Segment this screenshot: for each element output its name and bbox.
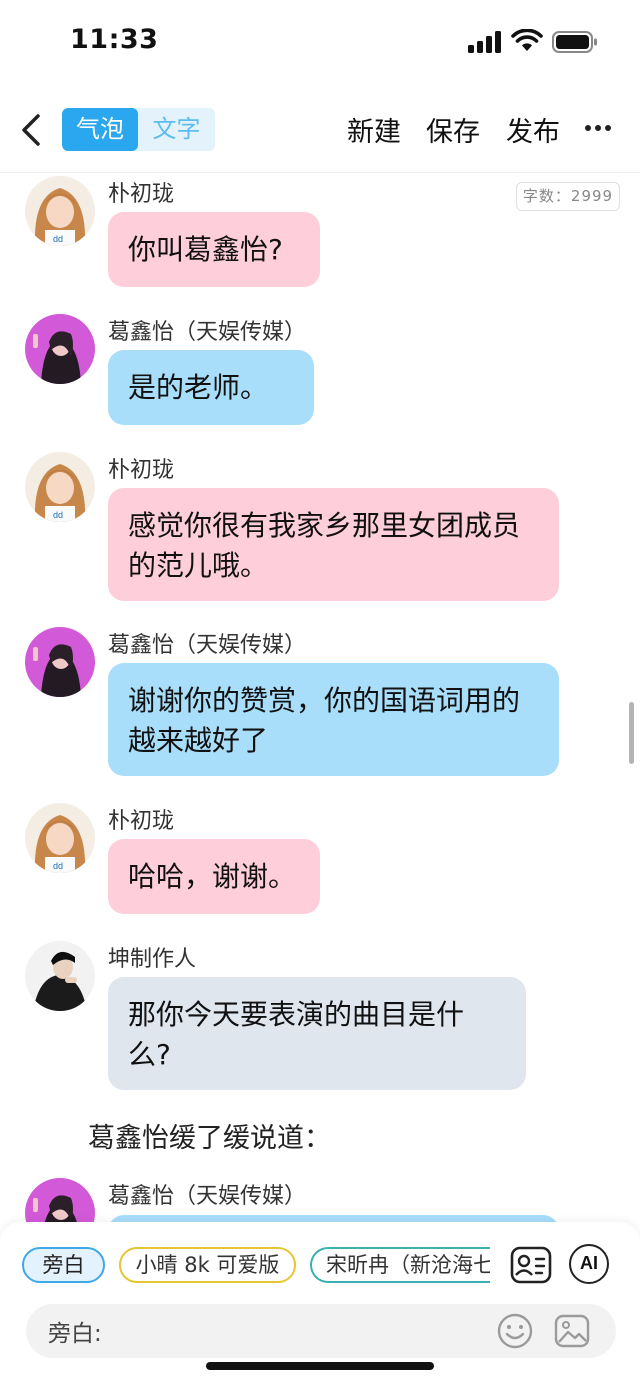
- message-bubble[interactable]: 那你今天要表演的曲目是什么?: [108, 977, 526, 1090]
- message-bubble[interactable]: 哈哈，谢谢。: [108, 839, 320, 914]
- mode-toggle: 气泡 文字: [62, 108, 215, 151]
- role-chip-song-xinran[interactable]: 宋昕冉（新沧海七: [310, 1247, 490, 1283]
- avatar-pu-chulong[interactable]: dd: [25, 176, 95, 246]
- avatar-pu-chulong[interactable]: dd: [25, 803, 95, 873]
- sender-name: 葛鑫怡（天娱传媒）: [108, 320, 307, 345]
- role-chip-narrator[interactable]: 旁白: [22, 1247, 105, 1283]
- svg-text:dd: dd: [53, 510, 63, 520]
- sender-name: 葛鑫怡（天娱传媒）: [108, 1184, 307, 1209]
- tab-text[interactable]: 文字: [138, 108, 215, 151]
- new-button[interactable]: 新建: [347, 110, 401, 149]
- publish-button[interactable]: 发布: [506, 110, 560, 149]
- svg-text:dd: dd: [53, 234, 63, 244]
- sender-name: 朴初珑: [108, 809, 175, 834]
- message-bubble[interactable]: 谢谢你的赞赏，你的国语词用的越来越好了: [108, 663, 559, 776]
- message-bubble[interactable]: 你叫葛鑫怡?: [108, 212, 320, 287]
- message-bubble[interactable]: 感觉你很有我家乡那里女团成员的范儿哦。: [108, 488, 559, 601]
- avatar-ge-xinyi[interactable]: [25, 314, 95, 384]
- top-nav-bar: 气泡 文字 新建 保存 发布: [0, 98, 640, 162]
- ai-button[interactable]: AI: [569, 1244, 609, 1284]
- avatar-kun-producer[interactable]: [25, 941, 95, 1011]
- home-indicator: [206, 1362, 434, 1370]
- role-chip-xiaoqing[interactable]: 小晴 8k 可爱版: [119, 1247, 296, 1283]
- more-options-icon[interactable]: [584, 124, 612, 132]
- wifi-icon: [511, 29, 543, 51]
- status-bar: 11:33: [0, 0, 640, 84]
- avatar-ge-xinyi[interactable]: [25, 627, 95, 697]
- sender-name: 朴初珑: [108, 182, 175, 207]
- sender-name: 朴初珑: [108, 458, 175, 483]
- input-role-label: 旁白:: [48, 1321, 102, 1347]
- cellular-signal-icon: [468, 31, 501, 53]
- scrollbar[interactable]: [629, 702, 634, 764]
- svg-text:dd: dd: [53, 861, 63, 871]
- sender-name: 坤制作人: [108, 947, 197, 972]
- sender-name: 葛鑫怡（天娱传媒）: [108, 633, 307, 658]
- narration-text[interactable]: 葛鑫怡缓了缓说道：: [88, 1116, 331, 1155]
- image-icon[interactable]: [553, 1312, 591, 1350]
- message-input[interactable]: 旁白:: [26, 1304, 616, 1358]
- contact-card-icon[interactable]: [510, 1244, 552, 1286]
- tab-bubble[interactable]: 气泡: [62, 108, 138, 151]
- avatar-pu-chulong[interactable]: dd: [25, 452, 95, 522]
- nav-divider: [0, 172, 640, 173]
- save-button[interactable]: 保存: [426, 110, 480, 149]
- battery-icon: [552, 31, 597, 53]
- word-count-badge: 字数：2999: [516, 182, 620, 211]
- emoji-icon[interactable]: [496, 1312, 534, 1350]
- status-time: 11:33: [70, 24, 159, 55]
- message-bubble[interactable]: 是的老师。: [108, 350, 314, 425]
- back-arrow-icon[interactable]: [18, 112, 48, 148]
- composer-panel: 旁白 小晴 8k 可爱版 宋昕冉（新沧海七 AI 旁白:: [0, 1222, 640, 1385]
